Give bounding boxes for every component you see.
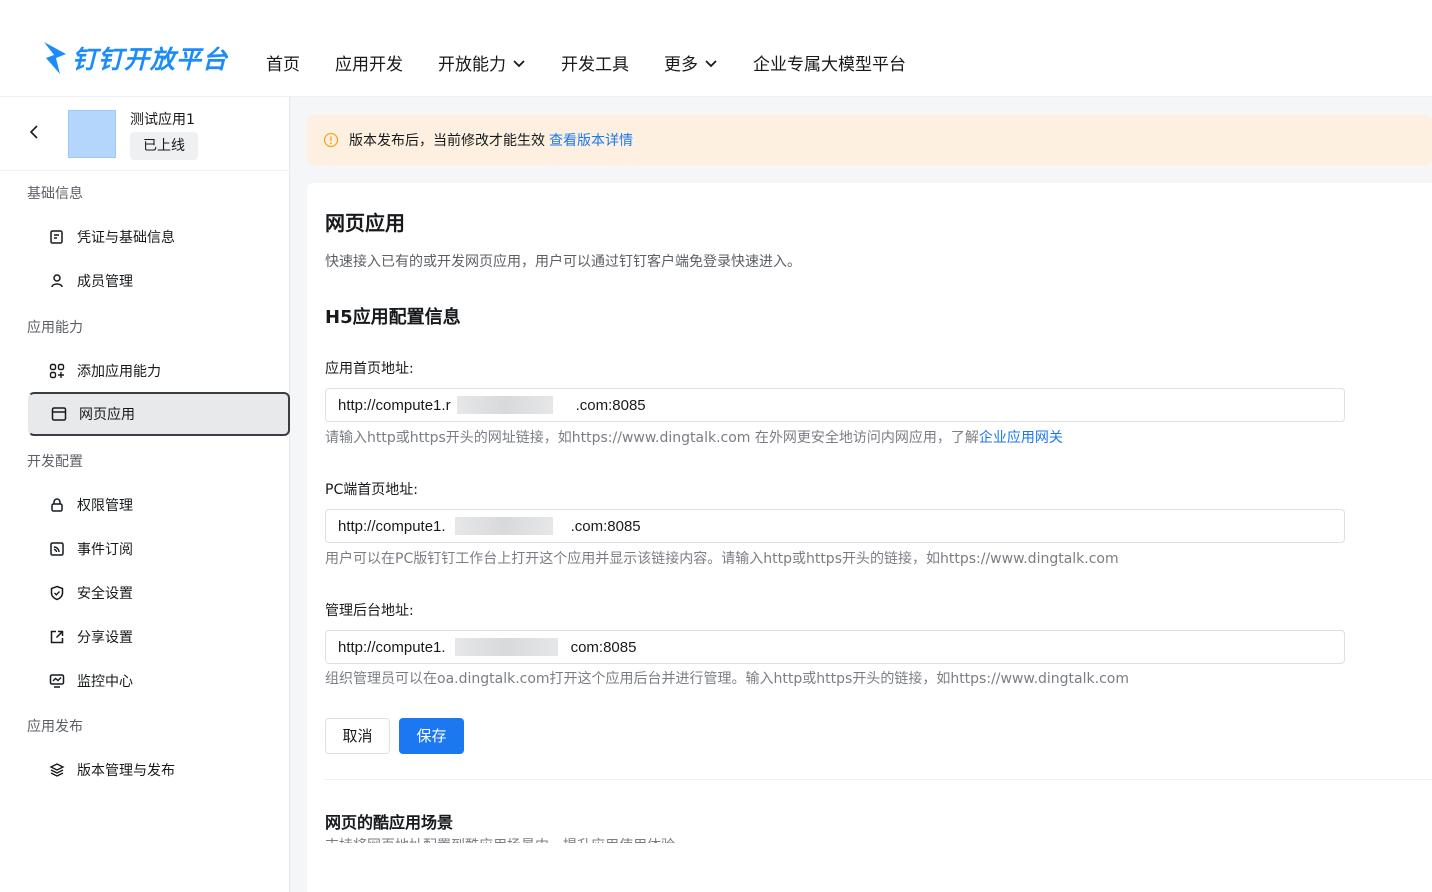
nav-label: 更多 <box>664 55 698 75</box>
shield-icon <box>49 585 65 601</box>
nav-label: 应用开发 <box>335 55 403 75</box>
nav-label: 开发工具 <box>561 55 629 75</box>
section-title-h5-config: H5应用配置信息 <box>325 307 461 328</box>
main-nav: 首页 应用开发 开放能力 开发工具 更多 企业专属大模型平台 <box>266 50 941 75</box>
layers-icon <box>49 762 65 778</box>
brand-name: 钉钉开放平台 <box>72 45 229 74</box>
sidebar-item-add-capability[interactable]: 添加应用能力 <box>28 349 290 393</box>
browser-icon <box>51 406 67 422</box>
dingtalk-logo-icon <box>44 42 66 74</box>
sidebar-item-label: 事件订阅 <box>77 542 133 558</box>
web-app-config-card: 网页应用 快速接入已有的或开发网页应用，用户可以通过钉钉客户端免登录快速进入。 … <box>307 183 1432 892</box>
share-icon <box>49 629 65 645</box>
redacted-mask <box>455 638 558 656</box>
status-badge: 已上线 <box>130 132 198 160</box>
credential-icon <box>49 229 65 245</box>
nav-item-more[interactable]: 更多 <box>664 50 718 75</box>
nav-item-dev-tools[interactable]: 开发工具 <box>561 50 629 75</box>
sidebar-item-web-app[interactable]: 网页应用 <box>28 392 290 436</box>
sidebar-item-label: 凭证与基础信息 <box>77 230 175 246</box>
sidebar-item-permissions[interactable]: 权限管理 <box>28 483 290 527</box>
cancel-button[interactable]: 取消 <box>325 718 390 754</box>
release-notice-banner: 版本发布后，当前修改才能生效 查看版本详情 <box>307 115 1432 165</box>
page-description: 快速接入已有的或开发网页应用，用户可以通过钉钉客户端免登录快速进入。 <box>325 254 801 270</box>
sidebar-item-monitor[interactable]: 监控中心 <box>28 659 290 703</box>
redacted-mask <box>455 517 553 535</box>
sidebar-item-label: 版本管理与发布 <box>77 763 175 779</box>
nav-label: 首页 <box>266 55 300 75</box>
top-navbar: 钉钉开放平台 首页 应用开发 开放能力 开发工具 更多 企业专属大模型平台 <box>0 0 1432 97</box>
pc-url-label: PC端首页地址: <box>325 482 418 498</box>
group-title-capabilities: 应用能力 <box>27 320 83 336</box>
cool-app-scenario-description: 支持将网页地址配置到酷应用场景中，提升应用使用体验 <box>325 835 675 843</box>
lock-icon <box>49 497 65 513</box>
page-title: 网页应用 <box>325 211 405 235</box>
chevron-down-icon <box>705 59 717 67</box>
nav-item-open-capabilities[interactable]: 开放能力 <box>438 50 526 75</box>
app-header: 测试应用1 已上线 <box>0 97 290 171</box>
sidebar-item-label: 权限管理 <box>77 498 133 514</box>
admin-url-hint: 组织管理员可以在oa.dingtalk.com打开这个应用后台并进行管理。输入h… <box>325 671 1129 687</box>
nav-item-enterprise-llm[interactable]: 企业专属大模型平台 <box>753 50 906 75</box>
divider <box>325 779 1432 780</box>
sidebar-item-members[interactable]: 成员管理 <box>28 259 290 303</box>
group-title-publish: 应用发布 <box>27 719 83 735</box>
brand-logo[interactable]: 钉钉开放平台 <box>42 40 228 76</box>
sidebar-item-label: 安全设置 <box>77 586 133 602</box>
app-avatar <box>68 110 116 158</box>
redacted-mask <box>457 396 553 414</box>
app-name: 测试应用1 <box>130 112 195 128</box>
nav-label: 开放能力 <box>438 55 506 75</box>
cool-app-scenario-title: 网页的酷应用场景 <box>325 813 454 832</box>
group-title-dev-config: 开发配置 <box>27 454 83 470</box>
sidebar-item-label: 网页应用 <box>79 407 135 423</box>
grid-plus-icon <box>49 363 65 379</box>
nav-item-home[interactable]: 首页 <box>266 50 300 75</box>
enterprise-gateway-link[interactable]: 企业应用网关 <box>979 430 1063 446</box>
sidebar-item-share[interactable]: 分享设置 <box>28 615 290 659</box>
nav-item-app-dev[interactable]: 应用开发 <box>335 50 403 75</box>
home-url-label: 应用首页地址: <box>325 361 414 377</box>
hint-text: 请输入http或https开头的网址链接，如https://www.dingta… <box>325 430 979 446</box>
home-url-hint: 请输入http或https开头的网址链接，如https://www.dingta… <box>325 427 1063 447</box>
sidebar-item-label: 监控中心 <box>77 674 133 690</box>
sidebar-item-events[interactable]: 事件订阅 <box>28 527 290 571</box>
group-title-basic: 基础信息 <box>27 186 83 202</box>
admin-url-label: 管理后台地址: <box>325 603 414 619</box>
sidebar-item-label: 分享设置 <box>77 630 133 646</box>
chevron-down-icon <box>513 59 525 67</box>
sidebar-item-security[interactable]: 安全设置 <box>28 571 290 615</box>
monitor-icon <box>49 673 65 689</box>
back-arrow-icon[interactable] <box>27 123 41 141</box>
notice-text: 版本发布后，当前修改才能生效 <box>349 133 545 149</box>
sidebar-item-versions[interactable]: 版本管理与发布 <box>28 748 290 792</box>
pc-url-hint: 用户可以在PC版钉钉工作台上打开这个应用并显示该链接内容。请输入http或htt… <box>325 551 1119 567</box>
sidebar-item-credentials[interactable]: 凭证与基础信息 <box>28 215 290 259</box>
view-version-details-link[interactable]: 查看版本详情 <box>549 130 633 150</box>
rss-icon <box>49 541 65 557</box>
sidebar: 测试应用1 已上线 基础信息 凭证与基础信息 成员管理 应用能力 添加应用能力 … <box>0 97 290 892</box>
main-content: 版本发布后，当前修改才能生效 查看版本详情 网页应用 快速接入已有的或开发网页应… <box>290 97 1432 892</box>
person-icon <box>49 273 65 289</box>
save-button[interactable]: 保存 <box>399 718 464 754</box>
info-circle-icon <box>323 132 339 148</box>
nav-label: 企业专属大模型平台 <box>753 55 906 75</box>
sidebar-item-label: 成员管理 <box>77 274 133 290</box>
sidebar-item-label: 添加应用能力 <box>77 364 161 380</box>
